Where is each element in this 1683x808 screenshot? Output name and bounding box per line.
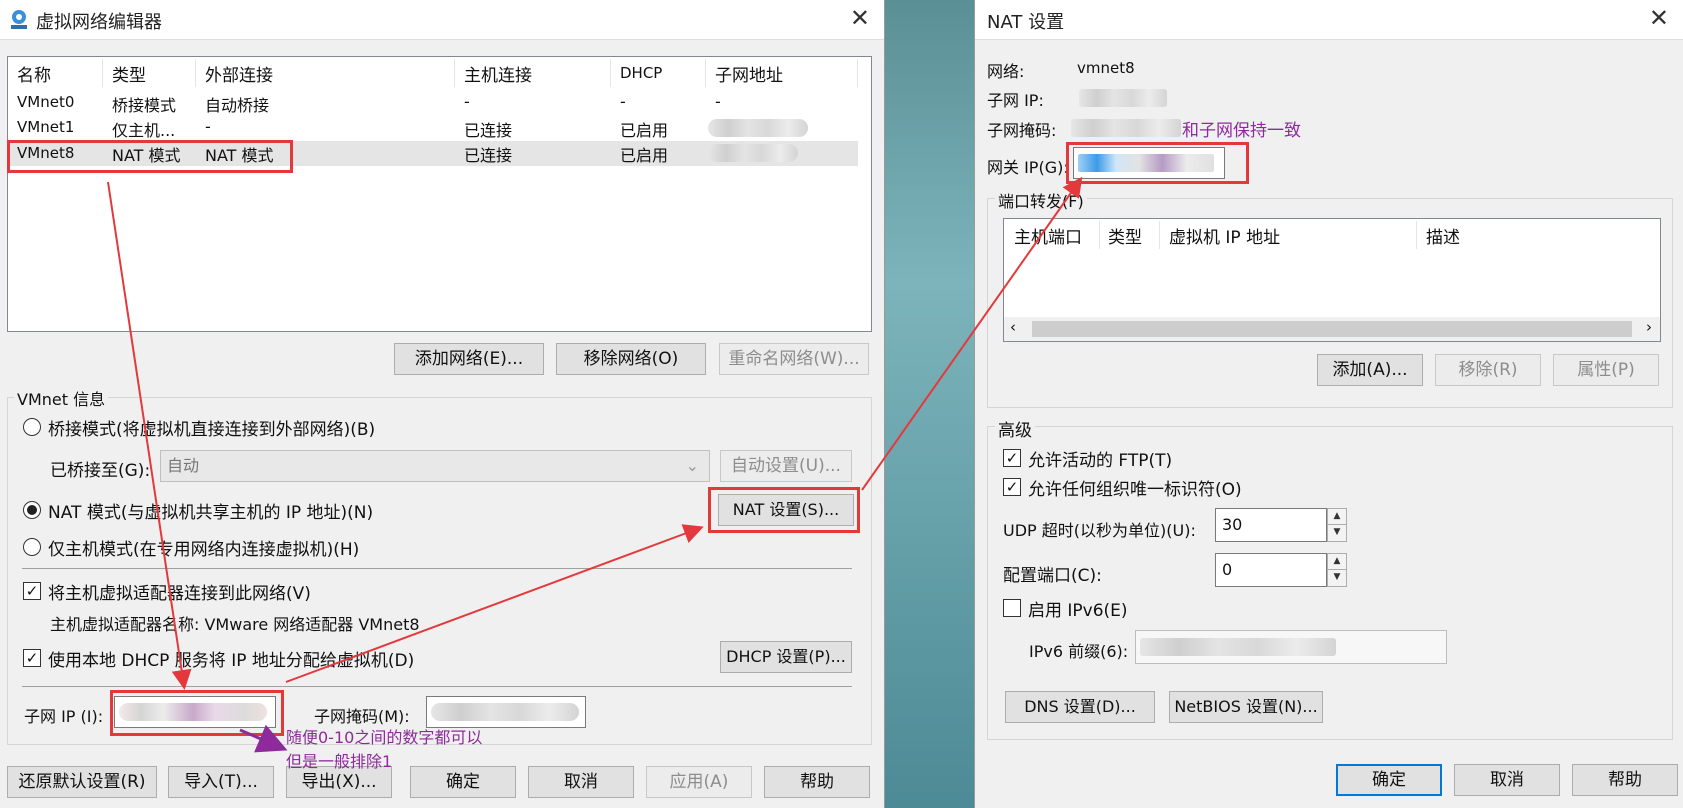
arrow-nat-to-gateway: [861, 176, 1083, 491]
arrow-row-to-subnet: [107, 181, 192, 690]
arrow-tip: [239, 724, 288, 753]
arrow-subnet-to-nat: [285, 524, 704, 683]
annotation-arrows: [107, 176, 1083, 753]
